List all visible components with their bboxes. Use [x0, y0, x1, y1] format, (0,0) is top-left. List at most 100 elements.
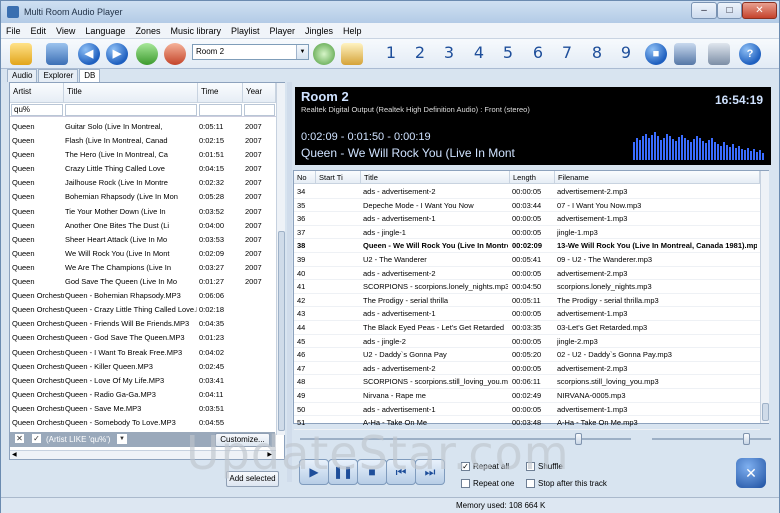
library-row[interactable]: Queen We Will Rock You (Live In Mont 0:02:… — [10, 247, 278, 261]
library-row[interactable]: Queen Sheer Heart Attack (Live In Mo 0:03:… — [10, 233, 278, 247]
filter-dropdown-icon[interactable]: ▼ — [117, 434, 127, 444]
playlist-row[interactable]: 40 ads - advertisement-2 00:00:05 advertise… — [294, 267, 760, 281]
library-row[interactable]: Queen Guitar Solo (Live In Montreal, 0:05:… — [10, 120, 278, 134]
library-row[interactable]: Queen Bohemian Rhapsody (Live In Mon 0:05:… — [10, 190, 278, 204]
playlist-row[interactable]: 47 ads - advertisement-2 00:00:05 advertise… — [294, 362, 760, 376]
menu-edit[interactable]: Edit — [26, 26, 52, 36]
clear-filter-icon[interactable]: ✕ — [15, 434, 24, 443]
library-vertical-scrollbar[interactable] — [276, 83, 285, 435]
playlist-row[interactable]: 34 ads - advertisement-2 00:00:05 advertise… — [294, 185, 760, 199]
menu-jingles[interactable]: Jingles — [300, 26, 338, 36]
column-header-artist[interactable]: Artist — [10, 83, 64, 103]
room-button-3[interactable]: 3 — [438, 42, 460, 64]
room-button-6[interactable]: 6 — [527, 42, 549, 64]
library-row[interactable]: Queen Orchestra Queen - Friends Will Be F… — [10, 317, 278, 331]
mute-button[interactable]: ✕ — [736, 458, 766, 488]
tools-icon[interactable] — [708, 43, 730, 65]
menu-music-library[interactable]: Music library — [165, 26, 226, 36]
library-row[interactable]: Queen Orchestra Queen - Love Of My Life.M… — [10, 374, 278, 388]
add-icon[interactable] — [136, 43, 158, 65]
stop-all-icon[interactable]: ■ — [645, 43, 667, 65]
column-header-length[interactable]: Length — [510, 171, 555, 184]
playlist-row[interactable]: 44 The Black Eyed Peas - Let's Get Retard… — [294, 321, 760, 335]
playlist-row[interactable]: 36 ads - advertisement-1 00:00:05 advertise… — [294, 212, 760, 226]
artist-filter-input[interactable]: qu% — [11, 104, 63, 116]
playlist-row[interactable]: 45 ads - jingle-2 00:00:05 jingle-2.mp3 — [294, 335, 760, 349]
volume-slider[interactable] — [652, 438, 771, 440]
library-row[interactable]: Queen The Hero (Live In Montreal, Ca 0:01:… — [10, 148, 278, 162]
back-arrow-icon[interactable]: ◀ — [78, 43, 100, 65]
library-row[interactable]: Queen Another One Bites The Dust (Li 0:04:… — [10, 219, 278, 233]
room-select[interactable]: Room 2 ▼ — [192, 44, 309, 60]
close-button[interactable]: ✕ — [742, 2, 777, 19]
room-button-8[interactable]: 8 — [586, 42, 608, 64]
library-row[interactable]: Queen We Are The Champions (Live In 0:03:2… — [10, 261, 278, 275]
playlist-row[interactable]: 43 ads - advertisement-1 00:00:05 advertise… — [294, 307, 760, 321]
menu-view[interactable]: View — [51, 26, 80, 36]
maximize-button[interactable]: □ — [717, 2, 742, 19]
room-button-7[interactable]: 7 — [556, 42, 578, 64]
tab-explorer[interactable]: Explorer — [38, 69, 79, 82]
scroll-left-icon[interactable]: ◀ — [12, 451, 17, 458]
playlist-row[interactable]: 46 U2 - Daddy`s Gonna Pay 00:05:20 02 - U2 … — [294, 348, 760, 362]
library-row[interactable]: Queen Crazy Little Thing Called Love 0:04:… — [10, 162, 278, 176]
column-header-year[interactable]: Year — [243, 83, 276, 103]
time-filter-input[interactable] — [199, 104, 242, 116]
library-row[interactable]: Queen Orchestra Queen - Save Me.MP3 0:03:5… — [10, 402, 278, 416]
tab-db[interactable]: DB — [79, 69, 101, 82]
panel-splitter[interactable] — [287, 82, 292, 482]
room-button-1[interactable]: 1 — [380, 42, 402, 64]
library-row[interactable]: Queen Orchestra Queen - I Want To Break F… — [10, 346, 278, 360]
playlist-vertical-scrollbar[interactable] — [760, 171, 769, 423]
library-row[interactable]: Queen Orchestra Queen - Killer Queen.MP3 0… — [10, 360, 278, 374]
stop-after-checkbox[interactable]: Stop after this track — [526, 479, 607, 488]
menu-zones[interactable]: Zones — [130, 26, 165, 36]
playlist-icon[interactable] — [341, 43, 363, 65]
playlist-row[interactable]: 50 ads - advertisement-1 00:00:05 advertise… — [294, 403, 760, 417]
library-row[interactable]: Queen Tie Your Mother Down (Live In 0:03:5… — [10, 205, 278, 219]
playlist-row-current[interactable]: 38 Queen - We Will Rock You (Live In Mont… — [294, 239, 760, 253]
position-slider-thumb[interactable] — [575, 433, 582, 445]
remove-icon[interactable] — [164, 43, 186, 65]
menu-player[interactable]: Player — [264, 26, 300, 36]
library-row[interactable]: Queen Flash (Live In Montreal, Canad 0:02:… — [10, 134, 278, 148]
open-folder-icon[interactable] — [10, 43, 32, 65]
column-header-start-time[interactable]: Start Ti — [316, 171, 361, 184]
minimize-button[interactable]: – — [691, 2, 717, 19]
title-filter-input[interactable] — [65, 104, 197, 116]
forward-arrow-icon[interactable]: ▶ — [106, 43, 128, 65]
column-header-title[interactable]: Title — [64, 83, 198, 103]
room-button-5[interactable]: 5 — [497, 42, 519, 64]
column-header-title[interactable]: Title — [361, 171, 510, 184]
help-icon[interactable]: ? — [739, 43, 761, 65]
column-header-time[interactable]: Time — [198, 83, 243, 103]
volume-slider-thumb[interactable] — [743, 433, 750, 445]
tab-audio[interactable]: Audio — [7, 69, 38, 82]
equalizer-icon[interactable] — [674, 43, 696, 65]
library-row[interactable]: Queen Orchestra Queen - God Save The Quee… — [10, 331, 278, 345]
playlist-row[interactable]: 39 U2 - The Wanderer 00:05:41 09 - U2 - The… — [294, 253, 760, 267]
menu-language[interactable]: Language — [80, 26, 130, 36]
library-row[interactable]: Queen Orchestra Queen - Bohemian Rhapsody… — [10, 289, 278, 303]
globe-icon[interactable] — [313, 43, 335, 65]
playlist-row[interactable]: 37 ads - jingle-1 00:00:05 jingle-1.mp3 — [294, 226, 760, 240]
column-header-no[interactable]: No — [294, 171, 316, 184]
room-button-9[interactable]: 9 — [615, 42, 637, 64]
year-filter-input[interactable] — [244, 104, 275, 116]
playlist-scroll-thumb[interactable] — [762, 403, 769, 421]
menu-playlist[interactable]: Playlist — [226, 26, 265, 36]
playlist-row[interactable]: 42 The Prodigy - serial thrilla 00:05:11 Th… — [294, 294, 760, 308]
playlist-row[interactable]: 35 Depeche Mode - I Want You Now 00:03:44 0… — [294, 199, 760, 213]
playlist-row[interactable]: 48 SCORPIONS - scorpions.still_loving_you… — [294, 375, 760, 389]
room-button-2[interactable]: 2 — [409, 42, 431, 64]
menu-file[interactable]: File — [1, 26, 26, 36]
menu-help[interactable]: Help — [338, 26, 367, 36]
library-scroll-thumb[interactable] — [278, 231, 285, 431]
room-button-4[interactable]: 4 — [468, 42, 490, 64]
filter-enabled-checkbox[interactable]: ✓ — [32, 434, 41, 443]
library-row[interactable]: Queen Jailhouse Rock (Live In Montre 0:02:… — [10, 176, 278, 190]
library-row[interactable]: Queen God Save The Queen (Live In Mo 0:01:… — [10, 275, 278, 289]
column-header-filename[interactable]: Filename — [555, 171, 760, 184]
library-row[interactable]: Queen Orchestra Queen - Crazy Little Thin… — [10, 303, 278, 317]
repeat-one-checkbox[interactable]: Repeat one — [461, 479, 514, 488]
